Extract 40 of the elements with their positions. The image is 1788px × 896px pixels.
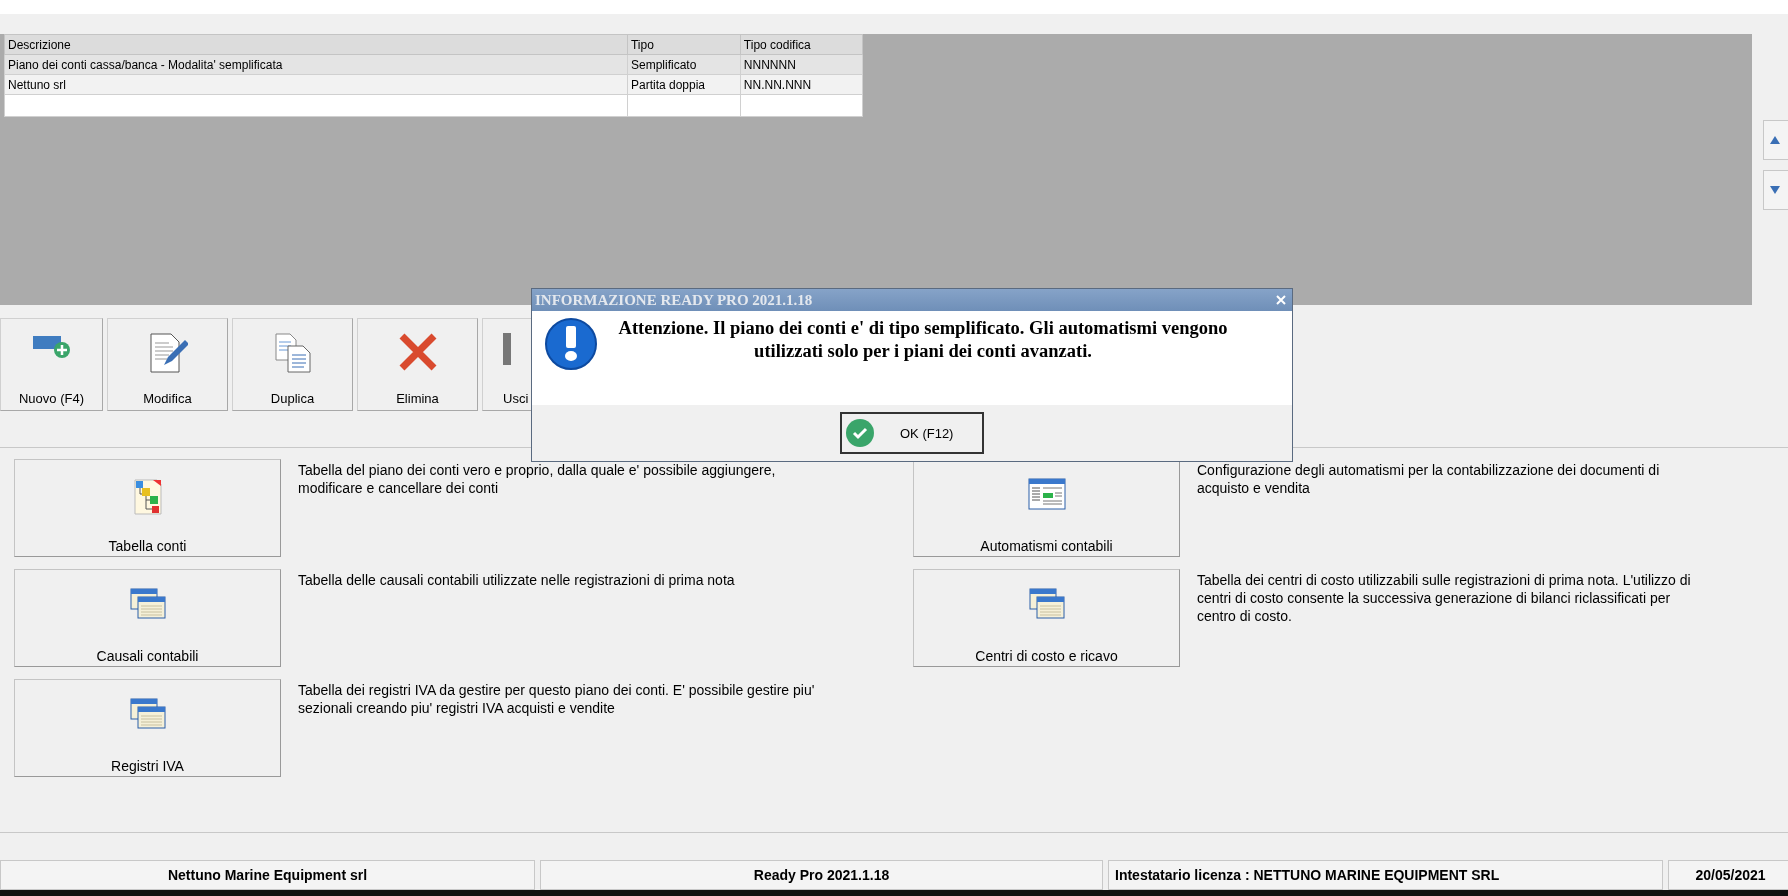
edit-document-icon	[147, 333, 188, 373]
toolbar-button[interactable]: Elimina	[357, 318, 478, 411]
table-cell: Nettuno srl	[4, 74, 628, 95]
add-icon	[32, 333, 71, 359]
toolbar-button[interactable]: Nuovo (F4)	[0, 318, 103, 411]
windows-icon	[1028, 588, 1065, 620]
status-field: Nettuno Marine Equipment srl	[0, 860, 535, 890]
module-description: Tabella del piano dei conti vero e proprio, dalla quale e' possibile aggiungere, modificare e cancellare dei conti	[298, 461, 777, 498]
toolbar-button[interactable]: Duplica	[232, 318, 353, 411]
ok-button[interactable]: OK (F12)	[840, 412, 984, 454]
copy-icon	[273, 333, 312, 373]
down-arrow-icon	[1770, 186, 1780, 194]
close-icon[interactable]	[1276, 295, 1286, 305]
module-button[interactable]: Tabella conti	[14, 459, 281, 557]
up-arrow-icon	[1770, 136, 1780, 144]
windows-icon	[129, 588, 166, 620]
dialog-message: Attenzione. Il piano dei conti e' di tipo semplificato. Gli automatismi vengono utilizzati solo per i piani dei conti avanzati.	[618, 317, 1228, 363]
table-cell: Piano dei conti cassa/banca - Modalita' semplificata	[4, 54, 628, 75]
module-description: Configurazione degli automatismi per la contabilizzazione dei documenti di acquisto e vendita	[1197, 461, 1661, 498]
module-button[interactable]: Registri IVA	[14, 679, 281, 777]
module-description: Tabella dei registri IVA da gestire per questo piano dei conti. E' possibile gestire piu' sezionali creando piu' registri IVA acquisti e vendite	[298, 681, 816, 718]
module-button[interactable]: Centri di costo e ricavo	[913, 569, 1180, 667]
delete-icon	[397, 333, 438, 371]
status-field: Ready Pro 2021.1.18	[540, 860, 1103, 890]
module-button[interactable]: Automatismi contabili	[913, 459, 1180, 557]
dialog-title: INFORMAZIONE READY PRO 2021.1.18	[535, 291, 813, 309]
status-field: Intestatario licenza : NETTUNO MARINE EQUIPMENT SRL	[1108, 860, 1663, 890]
tree-document-icon	[132, 478, 163, 516]
toolbar-button[interactable]: Modifica	[107, 318, 228, 411]
check-icon	[846, 419, 874, 447]
column-header: Tipo codifica	[740, 34, 863, 55]
windows-icon	[129, 698, 166, 730]
exclamation-icon	[544, 317, 598, 371]
module-description: Tabella delle causali contabili utilizzate nelle registrazioni di prima nota	[298, 571, 736, 590]
column-header: Descrizione	[4, 34, 628, 55]
status-field: 20/05/2021	[1668, 860, 1788, 890]
form-window-icon	[1027, 478, 1066, 510]
module-description: Tabella dei centri di costo utilizzabili sulle registrazioni di prima nota. L'utilizzo di centri di costo consente la successiva generazione di bilanci riclassificati per centro di costo.	[1197, 571, 1692, 626]
column-header: Tipo	[627, 34, 741, 55]
module-button[interactable]: Causali contabili	[14, 569, 281, 667]
